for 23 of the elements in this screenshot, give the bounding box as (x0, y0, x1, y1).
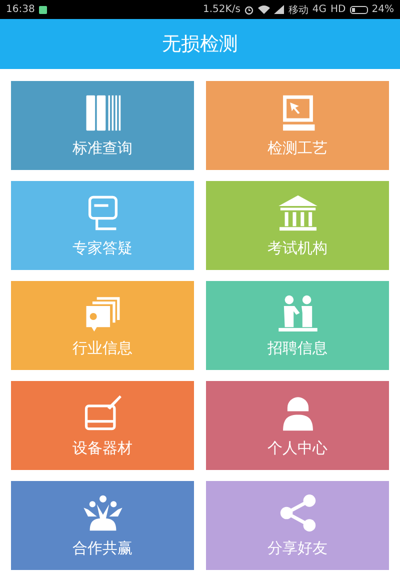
menu-tile[interactable]: 个人中心 (206, 381, 389, 470)
carrier-label: 移动 (288, 4, 308, 16)
alarm-icon (244, 4, 254, 14)
menu-tile[interactable]: 招聘信息 (206, 281, 389, 370)
handshake-icon (276, 293, 320, 333)
battery-percent: 24% (372, 4, 394, 15)
menu-tile[interactable]: 考试机构 (206, 181, 389, 270)
page-title: 无损检测 (162, 32, 238, 57)
menu-tile[interactable]: 标准查询 (11, 81, 194, 170)
clock: 16:38 (6, 4, 35, 15)
menu-tile[interactable]: 设备器材 (11, 381, 194, 470)
signal-icon (274, 5, 284, 14)
menu-tile[interactable]: 分享好友 (206, 481, 389, 570)
wifi-icon (258, 5, 270, 14)
network-speed: 1.52K/s (203, 4, 240, 15)
battery-icon (350, 6, 368, 14)
notification-icon (38, 6, 47, 14)
menu-tile[interactable]: 检测工艺 (206, 81, 389, 170)
hd-label: HD (330, 4, 346, 15)
menu-tile[interactable]: 专家答疑 (11, 181, 194, 270)
menu-tile[interactable]: 合作共赢 (11, 481, 194, 570)
network-type: 4G (312, 4, 327, 15)
menu-tile[interactable]: 行业信息 (11, 281, 194, 370)
